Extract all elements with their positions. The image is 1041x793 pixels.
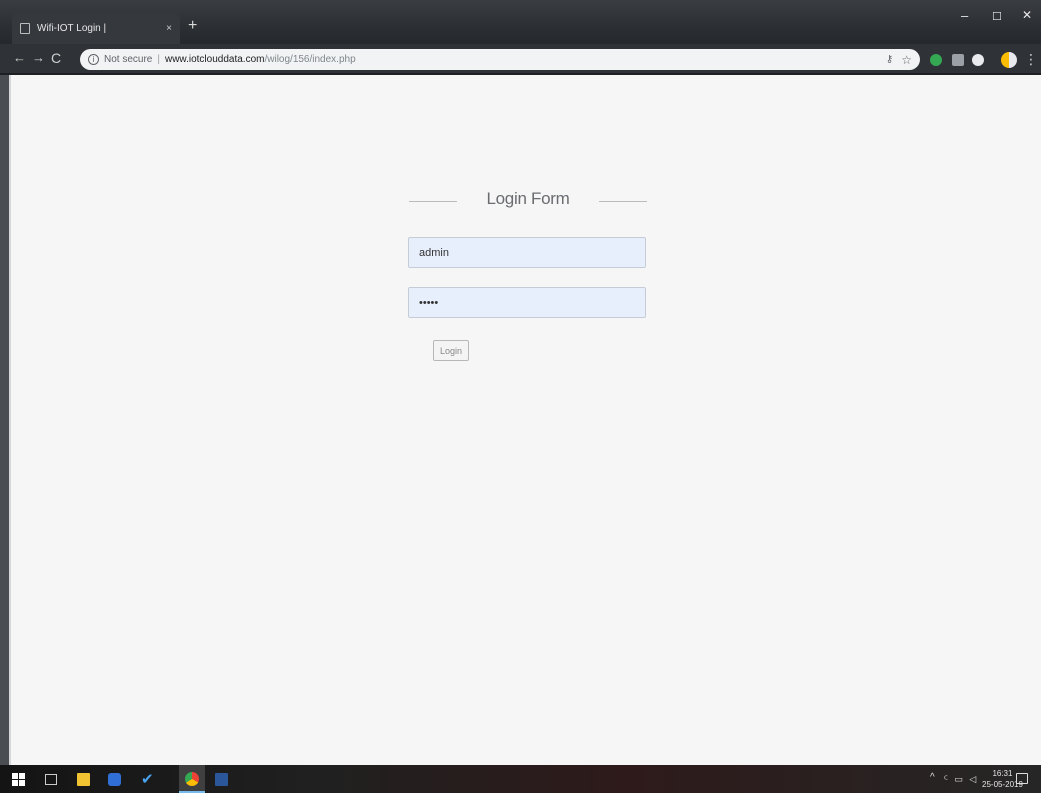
window-close-button[interactable]: ✕ (1022, 8, 1032, 22)
app-blue-icon[interactable] (108, 773, 121, 786)
new-tab-button[interactable]: + (188, 18, 197, 34)
url-path: /wilog/156/index.php (264, 54, 356, 65)
extension-gray-icon[interactable] (952, 54, 964, 66)
title-divider-right (599, 201, 647, 202)
os-taskbar: ✔ ^ ꟲ ▭ ◁ 16:31 25-05-2019 (0, 765, 1041, 793)
page-viewport: Login Form Login (0, 75, 1041, 765)
bookmark-star-icon[interactable]: ☆ (901, 53, 912, 67)
word-app-icon[interactable] (215, 773, 228, 786)
info-icon[interactable]: i (88, 54, 99, 65)
back-button[interactable]: ← (13, 50, 26, 66)
login-button[interactable]: Login (433, 340, 469, 361)
url-host: www.iotclouddata.com (164, 54, 265, 65)
task-view-icon[interactable] (45, 774, 57, 785)
browser-tab[interactable]: Wifi-IOT Login | × (12, 13, 180, 44)
window-left-border (9, 75, 11, 765)
extension-circle-icon[interactable] (972, 54, 984, 66)
chrome-taskbar-icon[interactable] (179, 765, 205, 793)
window-maximize-button[interactable]: ☐ (992, 10, 1002, 23)
browser-menu-icon[interactable]: ⋮ (1024, 51, 1038, 68)
tab-close-icon[interactable]: × (166, 23, 172, 34)
browser-tab-strip: Wifi-IOT Login | × + – ☐ ✕ (0, 0, 1041, 44)
screen: Wifi-IOT Login | × + – ☐ ✕ ← → C i Not s… (0, 0, 1041, 793)
password-input[interactable] (408, 287, 646, 318)
forward-button[interactable]: → (32, 50, 45, 66)
password-key-icon[interactable]: ⚷ (886, 54, 893, 65)
tray-status-icons[interactable]: ꟲ ▭ ◁ (944, 772, 978, 785)
notification-center-icon[interactable] (1016, 773, 1028, 784)
checkmark-app-icon[interactable]: ✔ (141, 770, 154, 788)
login-title-group: Login Form (409, 189, 647, 213)
extension-green-icon[interactable] (930, 54, 942, 66)
file-explorer-icon[interactable] (77, 773, 90, 786)
window-left-edge (0, 75, 9, 765)
tray-chevron-icon[interactable]: ^ (930, 772, 935, 783)
browser-toolbar: ← → C i Not secure | www.iotclouddata.co… (0, 44, 1041, 74)
page-favicon-icon (20, 23, 30, 34)
tab-title: Wifi-IOT Login | (37, 23, 107, 34)
window-minimize-button[interactable]: – (961, 8, 968, 23)
reload-button[interactable]: C (51, 50, 61, 66)
security-label: Not secure (104, 54, 153, 65)
username-input[interactable] (408, 237, 646, 268)
address-bar[interactable]: i Not secure | www.iotclouddata.com /wil… (80, 49, 920, 70)
profile-avatar-icon[interactable] (1001, 52, 1017, 68)
page-title: Login Form (486, 189, 570, 208)
address-separator: | (157, 54, 160, 65)
windows-start-icon[interactable] (12, 773, 25, 786)
